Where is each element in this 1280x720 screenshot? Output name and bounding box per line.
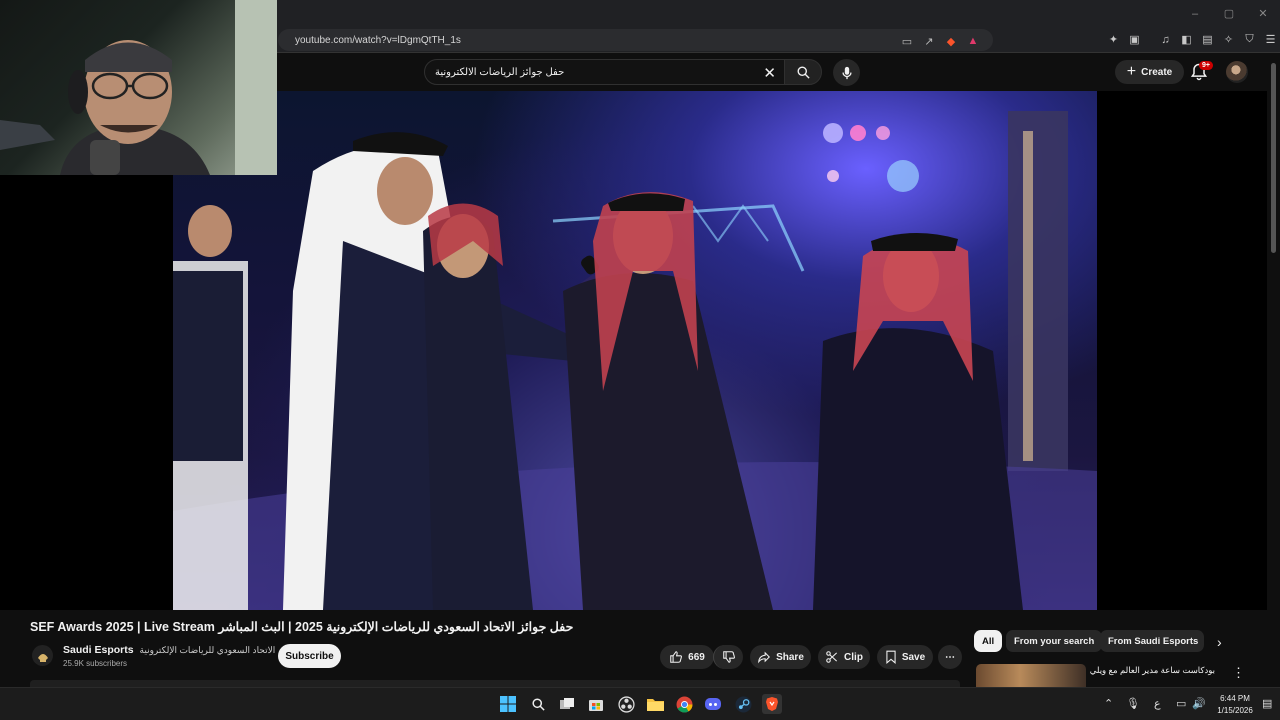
player-letterbox-right [1097,91,1267,610]
streamer-face-image [0,0,277,175]
more-dots-icon: ⋯ [945,651,955,663]
search-input[interactable]: حفل جوائز الرياضات الالكترونية ✕ [424,59,785,85]
voice-search-button[interactable] [833,59,860,86]
chrome-icon[interactable] [674,694,694,714]
cast-icon[interactable]: ▭ [899,33,915,49]
tray-overflow-icon[interactable]: ⌃ [1104,697,1113,710]
menu-icon[interactable]: ☰ [1262,31,1279,48]
brave-rewards-icon[interactable]: ▲ [965,33,981,49]
taskbar-search-icon[interactable] [528,694,548,714]
description-box[interactable] [30,680,960,687]
share-arrow-icon [758,651,771,664]
subscriber-count: 25.9K subscribers [63,659,128,668]
chevron-right-icon[interactable]: › [1217,634,1222,650]
sidebar-icon[interactable]: ◧ [1178,31,1195,48]
dislike-button[interactable] [713,645,743,669]
file-explorer-icon[interactable] [645,694,665,714]
clock-time: 6:44 PM [1220,694,1250,703]
recommendation-thumbnail[interactable] [976,664,1086,687]
discord-icon[interactable] [703,694,723,714]
video-player[interactable] [173,91,1097,610]
microphone-icon [841,66,852,79]
plus-icon: + [1126,63,1137,80]
clip-label: Clip [844,651,863,663]
bookmark-icon [886,650,896,664]
screen: – ▢ ✕ youtube.com/watch?v=lDgmQtTH_1s ▭ … [0,0,1280,720]
brave-browser-icon[interactable] [762,694,782,714]
search-icon [797,66,810,79]
thumbs-down-icon [722,651,735,663]
saudi-esports-logo-icon [37,653,48,662]
media-icon[interactable]: ♫ [1157,31,1174,48]
microsoft-store-icon[interactable] [586,694,606,714]
create-label: Create [1141,66,1173,78]
address-bar-icons: ▭ ↗ ◆ ▲ [899,33,981,49]
like-count: 669 [688,651,705,663]
share-label: Share [776,651,804,663]
leo-ai-icon[interactable]: ✧ [1220,31,1237,48]
page-scrollbar[interactable] [1268,53,1280,687]
screenshot-icon[interactable]: ▣ [1126,31,1143,48]
extension-icons: ✦ ▣ ♫ ◧ ▤ ✧ ⛉ ☰ [1105,31,1279,48]
close-window-button[interactable]: ✕ [1246,0,1280,27]
maximize-button[interactable]: ▢ [1212,0,1246,27]
share-page-icon[interactable]: ↗ [921,33,937,49]
windows-taskbar: ⌃ 🎙 ع ▭ 🔊 6:44 PM 1/15/2026 ▤ [0,687,1280,720]
video-title: SEF Awards 2025 | Live Stream حفل جوائز … [30,620,574,634]
channel-name-row[interactable]: Saudi Esports الاتحاد السعودي للرياضات ا… [63,644,275,656]
scrollbar-thumb[interactable] [1271,63,1276,253]
more-actions-button[interactable]: ⋯ [938,645,962,669]
share-button[interactable]: Share [750,645,811,669]
channel-name[interactable]: Saudi Esports [63,644,134,656]
brave-shields-icon[interactable]: ◆ [943,33,959,49]
account-avatar[interactable] [1226,61,1248,83]
steam-icon[interactable] [733,694,753,714]
video-frame [173,111,1097,610]
wallet-icon[interactable]: ▤ [1199,31,1216,48]
task-view-icon[interactable] [557,694,577,714]
tray-microphone-icon[interactable]: 🎙 [1126,697,1140,710]
clear-search-icon[interactable]: ✕ [763,64,776,82]
window-controls: – ▢ ✕ [1178,0,1280,27]
recommendation-title[interactable]: بودكاست ساعة مدير العالم مع ويلي | أم [1090,665,1215,676]
input-language[interactable]: ع [1154,697,1161,710]
recommendation-menu-icon[interactable]: ⋮ [1232,665,1245,681]
windows-start-icon[interactable] [498,694,518,714]
thumbs-up-icon [670,651,683,663]
minimize-button[interactable]: – [1178,0,1212,27]
channel-name-arabic: الاتحاد السعودي للرياضات الإلكترونية [139,645,276,655]
webcam-overlay [0,0,277,175]
clock-date: 1/15/2026 [1217,706,1253,715]
chip-all[interactable]: All [974,630,1003,652]
save-label: Save [901,651,926,663]
system-clock[interactable]: 6:44 PM 1/15/2026 [1210,693,1260,717]
notification-center-icon[interactable]: ▤ [1262,697,1272,710]
obs-studio-icon[interactable] [616,694,636,714]
notification-badge: 9+ [1199,61,1213,70]
save-button[interactable]: Save [877,645,933,669]
create-button[interactable]: + Create [1115,60,1184,84]
network-icon[interactable]: ▭ [1176,697,1186,710]
address-bar[interactable]: youtube.com/watch?v=lDgmQtTH_1s ▭ ↗ ◆ ▲ [278,29,993,51]
extensions-icon[interactable]: ✦ [1105,31,1122,48]
chip-from-saudi-esports[interactable]: From Saudi Esports [1100,630,1204,652]
chip-from-your-search[interactable]: From your search [1006,630,1103,652]
like-button[interactable]: 669 [660,645,714,669]
channel-avatar[interactable] [32,645,53,666]
search-button[interactable] [784,59,822,85]
scissors-icon [826,651,838,663]
url-text: youtube.com/watch?v=lDgmQtTH_1s [295,34,461,46]
search-query: حفل جوائز الرياضات الالكترونية [435,66,565,78]
volume-icon[interactable]: 🔊 [1192,697,1206,710]
subscribe-button[interactable]: Subscribe [278,644,341,668]
clip-button[interactable]: Clip [818,645,870,669]
vpn-icon[interactable]: ⛉ [1241,31,1258,48]
